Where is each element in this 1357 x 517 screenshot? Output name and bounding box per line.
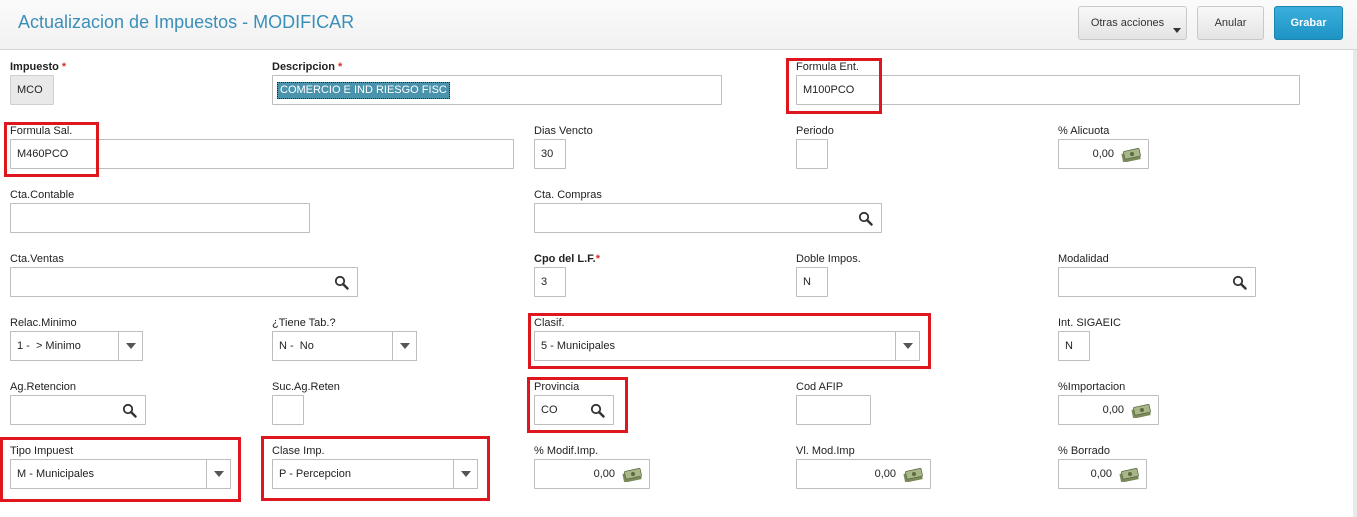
grabar-button[interactable]: Grabar	[1274, 6, 1343, 40]
tiene-tab-select[interactable]: N - No	[272, 331, 417, 361]
cta-ventas-label: Cta.Ventas	[10, 253, 64, 265]
impuesto-label: Impuesto *	[10, 61, 67, 73]
periodo-field[interactable]	[796, 139, 828, 169]
dias-vencto-label: Dias Vencto	[534, 125, 593, 137]
impuesto-value: MCO	[17, 84, 43, 96]
descripcion-field[interactable]: COMERCIO E IND RIESGO FISC	[272, 75, 722, 105]
otras-acciones-label: Otras acciones	[1090, 17, 1165, 29]
doble-impos-value: N	[803, 276, 811, 288]
money-icon[interactable]	[902, 468, 924, 482]
modif-imp-label: % Modif.Imp.	[534, 445, 599, 457]
int-sigaeic-value: N	[1065, 340, 1073, 352]
vl-mod-imp-label: Vl. Mod.Imp	[796, 445, 855, 457]
dropdown-arrow-icon[interactable]	[895, 332, 919, 360]
cod-afip-label: Cod AFIP	[796, 381, 844, 393]
money-icon[interactable]	[1130, 404, 1152, 418]
money-icon[interactable]	[621, 468, 643, 482]
importacion-label: %Importacion	[1058, 381, 1126, 393]
importacion-field[interactable]: 0,00	[1058, 395, 1159, 425]
cta-compras-label: Cta. Compras	[534, 189, 602, 201]
search-icon[interactable]	[1232, 275, 1247, 290]
tipo-impuest-value: M - Municipales	[17, 468, 95, 480]
suc-ag-reten-field[interactable]	[272, 395, 304, 425]
doble-impos-field[interactable]: N	[796, 267, 828, 297]
otras-acciones-button[interactable]: Otras acciones	[1078, 6, 1187, 40]
search-icon[interactable]	[122, 403, 137, 418]
suc-ag-reten-label: Suc.Ag.Reten	[272, 381, 340, 393]
dropdown-arrow-icon[interactable]	[206, 460, 230, 488]
required-marker: *	[337, 61, 343, 73]
provincia-label: Provincia	[534, 381, 580, 393]
cta-contable-field[interactable]	[10, 203, 310, 233]
tipo-impuest-select[interactable]: M - Municipales	[10, 459, 231, 489]
cta-compras-field[interactable]	[534, 203, 882, 233]
relac-minimo-select[interactable]: 1 - > Minimo	[10, 331, 143, 361]
clase-imp-select[interactable]: P - Percepcion	[272, 459, 478, 489]
formula-sal-value: M460PCO	[17, 148, 69, 160]
descripcion-label: Descripcion *	[272, 61, 343, 73]
search-icon[interactable]	[858, 211, 873, 226]
formula-ent-field[interactable]: M100PCO	[796, 75, 1300, 105]
alicuota-value: 0,00	[1092, 148, 1114, 160]
ag-retencion-field[interactable]	[10, 395, 146, 425]
chevron-down-icon	[1173, 28, 1181, 33]
dropdown-arrow-icon[interactable]	[453, 460, 477, 488]
formula-ent-value: M100PCO	[803, 84, 855, 96]
vl-mod-imp-field[interactable]: 0,00	[796, 459, 931, 489]
clase-imp-value: P - Percepcion	[279, 468, 351, 480]
relac-minimo-label: Relac.Minimo	[10, 317, 77, 329]
tiene-tab-label: ¿Tiene Tab.?	[272, 317, 336, 329]
scrollbar[interactable]	[1353, 50, 1357, 517]
dias-vencto-value: 30	[541, 148, 554, 160]
vl-mod-imp-value: 0,00	[874, 468, 896, 480]
search-icon[interactable]	[334, 275, 349, 290]
alicuota-field[interactable]: 0,00	[1058, 139, 1149, 169]
formula-sal-field[interactable]: M460PCO	[10, 139, 514, 169]
modif-imp-value: 0,00	[593, 468, 615, 480]
periodo-label: Periodo	[796, 125, 834, 137]
relac-minimo-value: 1 - > Minimo	[17, 340, 81, 352]
cpo-lf-field[interactable]: 3	[534, 267, 566, 297]
required-marker: *	[595, 253, 601, 265]
clasif-select[interactable]: 5 - Municipales	[534, 331, 920, 361]
clase-imp-label: Clase Imp.	[272, 445, 325, 457]
cta-ventas-field[interactable]	[10, 267, 358, 297]
modalidad-label: Modalidad	[1058, 253, 1109, 265]
borrado-label: % Borrado	[1058, 445, 1110, 457]
required-marker: *	[61, 61, 67, 73]
dias-vencto-field[interactable]: 30	[534, 139, 566, 169]
ag-retencion-label: Ag.Retencion	[10, 381, 77, 393]
importacion-value: 0,00	[1102, 404, 1124, 416]
dropdown-arrow-icon[interactable]	[392, 332, 416, 360]
clasif-value: 5 - Municipales	[541, 340, 615, 352]
tiene-tab-value: N - No	[279, 340, 314, 352]
provincia-value: CO	[541, 404, 558, 416]
formula-ent-label: Formula Ent.	[796, 61, 859, 73]
provincia-field[interactable]: CO	[534, 395, 614, 425]
cta-contable-label: Cta.Contable	[10, 189, 75, 201]
header-bar: Actualizacion de Impuestos - MODIFICAR O…	[0, 0, 1357, 50]
page-title: Actualizacion de Impuestos - MODIFICAR	[18, 12, 355, 32]
clasif-label: Clasif.	[534, 317, 565, 329]
tipo-impuest-label: Tipo Impuest	[10, 445, 74, 457]
int-sigaeic-field[interactable]: N	[1058, 331, 1090, 361]
borrado-value: 0,00	[1090, 468, 1112, 480]
modalidad-field[interactable]	[1058, 267, 1256, 297]
cpo-lf-label: Cpo del L.F.*	[534, 253, 601, 265]
int-sigaeic-label: Int. SIGAEIC	[1058, 317, 1121, 329]
cod-afip-field[interactable]	[796, 395, 871, 425]
formula-sal-label: Formula Sal.	[10, 125, 73, 137]
cpo-lf-value: 3	[541, 276, 548, 288]
money-icon[interactable]	[1118, 468, 1140, 482]
descripcion-value: COMERCIO E IND RIESGO FISC	[277, 81, 450, 99]
dropdown-arrow-icon[interactable]	[118, 332, 142, 360]
alicuota-label: % Alicuota	[1058, 125, 1110, 137]
doble-impos-label: Doble Impos.	[796, 253, 861, 265]
modif-imp-field[interactable]: 0,00	[534, 459, 650, 489]
borrado-field[interactable]: 0,00	[1058, 459, 1147, 489]
impuesto-field[interactable]: MCO	[10, 75, 54, 105]
search-icon[interactable]	[590, 403, 605, 418]
anular-button[interactable]: Anular	[1197, 6, 1264, 40]
money-icon[interactable]	[1120, 148, 1142, 162]
